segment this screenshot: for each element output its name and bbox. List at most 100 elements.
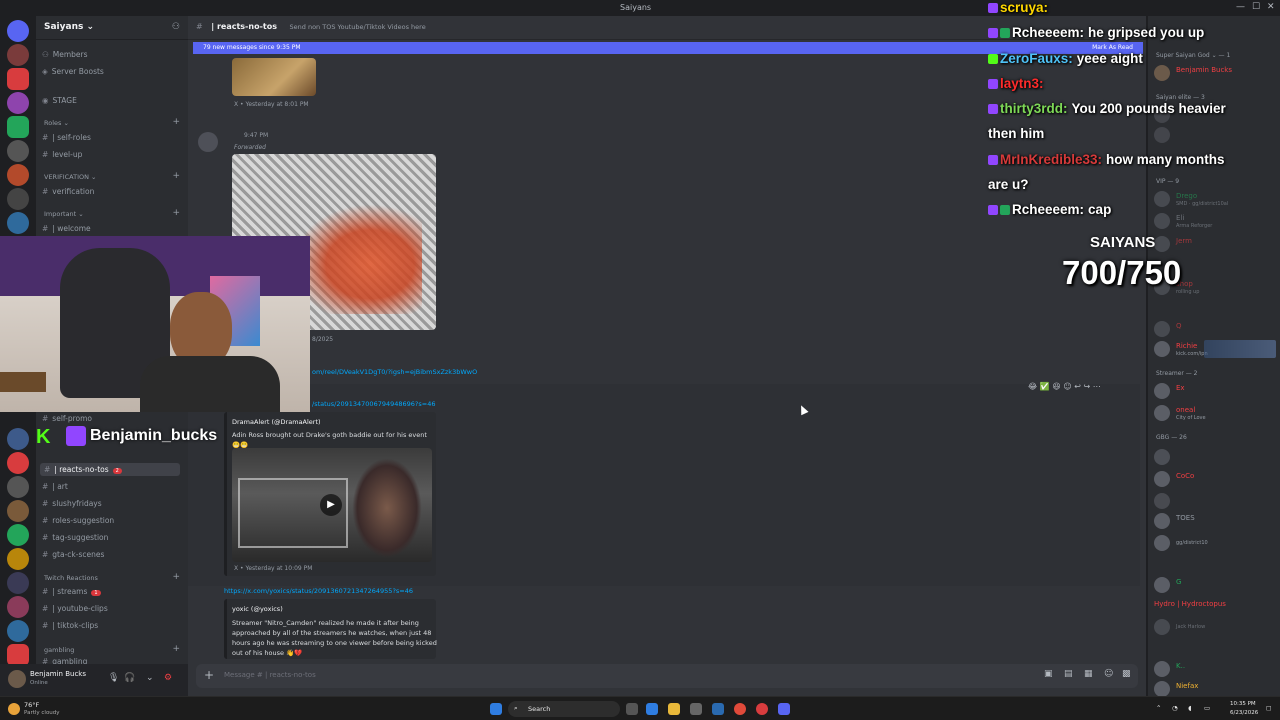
maximize-icon[interactable]: ☐ bbox=[1252, 2, 1260, 12]
server-icon[interactable] bbox=[7, 548, 29, 570]
server-icon[interactable] bbox=[7, 92, 29, 114]
category-gambling[interactable]: gambling bbox=[44, 646, 74, 654]
add-channel-icon[interactable]: + bbox=[172, 171, 180, 181]
channel-gta-ck-scenes[interactable]: # gta-ck-scenes bbox=[42, 550, 104, 559]
server-icon[interactable] bbox=[7, 500, 29, 522]
server-icon[interactable] bbox=[7, 476, 29, 498]
message-input[interactable]: Message # | reacts-no-tos bbox=[224, 671, 316, 679]
mic-icon[interactable]: 🎙 bbox=[108, 673, 119, 683]
add-channel-icon[interactable]: + bbox=[172, 117, 180, 127]
embed-author[interactable]: DramaAlert (@DramaAlert) bbox=[232, 418, 321, 426]
member-item[interactable]: G bbox=[1154, 576, 1278, 594]
member-item[interactable]: gg/district10 bbox=[1154, 534, 1278, 552]
member-item[interactable]: Richie kick.com/ipn bbox=[1154, 340, 1278, 358]
avatar[interactable] bbox=[198, 132, 218, 152]
weather-icon[interactable] bbox=[8, 703, 20, 715]
server-icon[interactable] bbox=[7, 524, 29, 546]
mark-as-read-button[interactable]: Mark As Read bbox=[1092, 44, 1133, 51]
channel-tag-suggestion[interactable]: # tag-suggestion bbox=[42, 533, 108, 542]
member-item[interactable]: CoCo bbox=[1154, 470, 1278, 488]
member-item[interactable]: Benjamin Bucks bbox=[1154, 64, 1278, 82]
apps-icon[interactable]: ▩ bbox=[1122, 669, 1131, 679]
file-explorer-icon[interactable] bbox=[668, 703, 680, 715]
add-reaction-icon[interactable]: ☺ bbox=[1063, 382, 1071, 391]
gear-icon[interactable]: ⚙ bbox=[164, 673, 172, 683]
taskbar-search[interactable]: ⌕ Search bbox=[508, 701, 620, 717]
category-important[interactable]: Important ⌄ bbox=[44, 210, 84, 218]
category-roles[interactable]: Roles ⌄ bbox=[44, 119, 69, 127]
gif-icon[interactable]: ▤ bbox=[1064, 669, 1073, 679]
reply-icon[interactable]: ↩ bbox=[1074, 382, 1081, 391]
member-item[interactable] bbox=[1154, 448, 1278, 466]
channel-slushyfridays[interactable]: # slushyfridays bbox=[42, 499, 102, 508]
member-item[interactable]: Eli Arma Reforger bbox=[1154, 212, 1278, 230]
channel-topic[interactable]: Send non TOS Youtube/Tiktok Videos here bbox=[290, 23, 426, 31]
member-item[interactable]: Niefax bbox=[1154, 680, 1278, 696]
message-link[interactable]: /status/2091347006794948696?s=46 bbox=[312, 400, 435, 408]
sidebar-item-server-boosts[interactable]: ◈ Server Boosts bbox=[42, 67, 104, 76]
chrome-icon[interactable] bbox=[734, 703, 746, 715]
server-icon[interactable] bbox=[7, 164, 29, 186]
embed-image[interactable] bbox=[232, 58, 316, 96]
member-item[interactable]: oneal City of Love bbox=[1154, 404, 1278, 422]
server-icon[interactable] bbox=[7, 572, 29, 594]
channel-verification[interactable]: # verification bbox=[42, 187, 94, 196]
reaction-icon[interactable]: 😂 bbox=[1028, 382, 1037, 391]
add-channel-icon[interactable]: + bbox=[172, 644, 180, 654]
headphones-icon[interactable]: 🎧 bbox=[124, 673, 135, 683]
server-icon[interactable] bbox=[7, 44, 29, 66]
edge-icon[interactable] bbox=[646, 703, 658, 715]
add-channel-icon[interactable]: + bbox=[172, 208, 180, 218]
server-name[interactable]: Saiyans ⌄ bbox=[36, 16, 188, 40]
channel-tiktok-clips[interactable]: # | tiktok-clips bbox=[42, 621, 98, 630]
server-icon[interactable] bbox=[7, 428, 29, 450]
channel-level-up[interactable]: # level-up bbox=[42, 150, 82, 159]
task-view-icon[interactable] bbox=[626, 703, 638, 715]
weather-temp[interactable]: 76°F bbox=[24, 701, 39, 709]
member-item[interactable]: Hydro | Hydroctopus bbox=[1154, 598, 1278, 616]
category-verification[interactable]: VERIFICATION ⌄ bbox=[44, 173, 97, 181]
reaction-icon[interactable]: ✅ bbox=[1040, 382, 1050, 391]
avatar[interactable] bbox=[8, 670, 26, 688]
channel-streams[interactable]: # | streams 1 bbox=[42, 587, 101, 596]
steam-icon[interactable] bbox=[712, 703, 724, 715]
clock-time[interactable]: 10:35 PM bbox=[1230, 701, 1256, 707]
member-item[interactable]: Ex bbox=[1154, 382, 1278, 400]
channel-self-roles[interactable]: # | self-roles bbox=[42, 133, 91, 142]
home-icon[interactable] bbox=[7, 20, 29, 42]
attach-icon[interactable]: + bbox=[204, 668, 214, 682]
add-friend-icon[interactable]: ⚇ bbox=[172, 22, 180, 32]
channel-self-promo[interactable]: # self-promo bbox=[42, 414, 92, 423]
sticker-icon[interactable]: ▦ bbox=[1084, 669, 1093, 679]
settings-icon[interactable] bbox=[690, 703, 702, 715]
username[interactable]: Benjamin Bucks bbox=[30, 670, 86, 678]
category-twitch-reactions[interactable]: Twitch Reactions bbox=[44, 574, 98, 582]
message-link[interactable]: om/reel/DVeakV1DgT0/?igsh=ejBibmSxZzk3bW… bbox=[312, 368, 477, 376]
emoji-icon[interactable]: ☺ bbox=[1104, 669, 1113, 679]
server-icon[interactable] bbox=[7, 452, 29, 474]
channel-reacts-no-tos[interactable]: # | reacts-no-tos 2 bbox=[40, 463, 180, 476]
add-channel-icon[interactable]: + bbox=[172, 572, 180, 582]
member-item[interactable]: TOES bbox=[1154, 512, 1278, 530]
embed-image[interactable]: ▶ bbox=[232, 448, 432, 562]
channel-welcome[interactable]: # | welcome bbox=[42, 224, 91, 233]
member-item[interactable]: Drego SMD · gg/district10al bbox=[1154, 190, 1278, 208]
server-icon[interactable] bbox=[7, 140, 29, 162]
embed-author[interactable]: yoxic (@yoxics) bbox=[232, 605, 283, 613]
minimize-icon[interactable]: — bbox=[1236, 2, 1245, 12]
server-icon[interactable] bbox=[7, 596, 29, 618]
server-icon[interactable] bbox=[7, 68, 29, 90]
sidebar-item-stage[interactable]: ◉ STAGE bbox=[42, 96, 77, 105]
server-icon[interactable] bbox=[7, 620, 29, 642]
new-server-icon[interactable] bbox=[7, 644, 29, 666]
server-icon[interactable] bbox=[7, 116, 29, 138]
battery-icon[interactable]: ▭ bbox=[1204, 704, 1210, 712]
message-link[interactable]: https://x.com/yoxics/status/209136072134… bbox=[224, 587, 413, 595]
member-item[interactable] bbox=[1154, 126, 1278, 144]
channel-youtube-clips[interactable]: # | youtube-clips bbox=[42, 604, 108, 613]
wifi-icon[interactable]: ◔ bbox=[1172, 704, 1178, 712]
notification-icon[interactable]: ◻ bbox=[1266, 704, 1271, 712]
clock-date[interactable]: 6/23/2026 bbox=[1230, 710, 1258, 716]
sidebar-item-members[interactable]: ⚇ Members bbox=[42, 50, 88, 59]
discord-icon[interactable] bbox=[778, 703, 790, 715]
